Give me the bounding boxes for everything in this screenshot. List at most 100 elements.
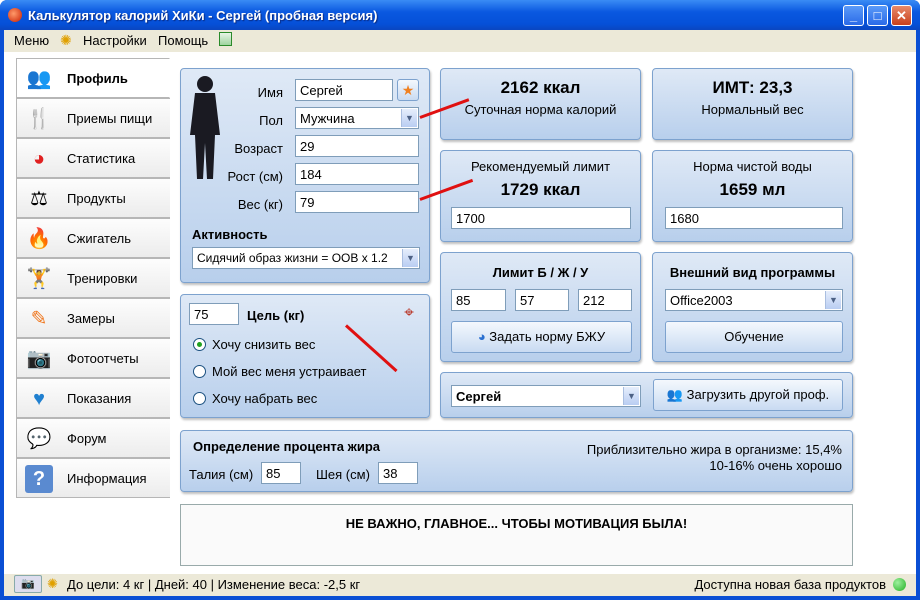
tab-products[interactable]: ⚖ Продукты: [16, 178, 170, 218]
favorite-star-icon[interactable]: ★: [397, 79, 419, 101]
tab-label: Фотоотчеты: [67, 351, 139, 366]
water-panel: Норма чистой воды 1659 мл 1680: [652, 150, 853, 242]
tab-readings[interactable]: ♥ Показания: [16, 378, 170, 418]
load-profile-button[interactable]: 👥 Загрузить другой проф.: [653, 379, 843, 411]
update-status[interactable]: Доступна новая база продуктов: [694, 577, 886, 592]
tab-list: 👥 Профиль 🍴 Приемы пищи ◕ Статистика ⚖ Проду…: [16, 58, 170, 498]
pie-chart-icon: ◕: [477, 329, 486, 344]
menu-item-help[interactable]: Помощь: [158, 33, 208, 48]
menu-item-menu[interactable]: Меню: [14, 33, 49, 48]
sex-value: Мужчина: [300, 111, 355, 126]
tab-measurements[interactable]: ✎ Замеры: [16, 298, 170, 338]
settings-gear-icon[interactable]: ✺: [60, 32, 72, 49]
goal-radio-keep[interactable]: [193, 365, 206, 378]
carbs-field[interactable]: 212: [578, 289, 632, 311]
target-icon[interactable]: ⌖: [400, 304, 418, 322]
neck-field[interactable]: 38: [378, 462, 418, 484]
tab-label: Статистика: [67, 151, 136, 166]
profile-select[interactable]: Сергей ▼: [451, 385, 641, 407]
pie-chart-icon: ◕: [32, 148, 46, 170]
water-value: 1659 мл: [719, 180, 786, 199]
weight-field[interactable]: 79: [295, 191, 419, 213]
theme-select[interactable]: Office2003 ▼: [665, 289, 843, 311]
goal-radio-lose[interactable]: [193, 338, 206, 351]
tab-statistics[interactable]: ◕ Статистика: [16, 138, 170, 178]
goal-option-keep[interactable]: Мой вес меня устраивает: [212, 364, 366, 379]
waist-field[interactable]: 85: [261, 462, 301, 484]
set-bju-button[interactable]: ◕ Задать норму БЖУ: [451, 321, 632, 353]
daily-calories-label: Суточная норма калорий: [464, 102, 617, 117]
scale-icon: ⚖: [30, 188, 48, 210]
fat-result: Приблизительно жира в организме: 15,4%: [586, 442, 842, 457]
tab-workouts[interactable]: 🏋 Тренировки: [16, 258, 170, 298]
profile-panel: Имя Сергей ★ Пол Мужчина ▼ Возраст 29 Рос…: [180, 68, 430, 283]
status-indicator-icon: [893, 578, 906, 591]
appearance-panel: Внешний вид программы Office2003 ▼ Обучен…: [652, 252, 853, 362]
tutorial-button[interactable]: Обучение: [665, 321, 843, 353]
limit-input[interactable]: 1700: [451, 207, 631, 229]
sex-select[interactable]: Мужчина ▼: [295, 107, 419, 129]
appearance-label: Внешний вид программы: [669, 265, 836, 280]
status-bar: 📷 ✺ До цели: 4 кг | Дней: 40 | Изменение…: [4, 574, 916, 596]
minimize-button[interactable]: _: [843, 5, 864, 26]
client-area: Меню ✺ Настройки Помощь 👥 Профиль 🍴 Приемы…: [4, 30, 916, 596]
water-input[interactable]: 1680: [665, 207, 843, 229]
tab-label: Замеры: [67, 311, 115, 326]
camera-icon: 📷: [26, 348, 52, 370]
chevron-down-icon: ▼: [401, 109, 417, 127]
height-label: Рост (см): [227, 169, 284, 184]
bju-label: Лимит Б / Ж / У: [492, 265, 589, 280]
theme-value: Office2003: [670, 293, 733, 308]
name-label: Имя: [257, 85, 283, 100]
tab-label: Продукты: [67, 191, 126, 206]
goal-weight-field[interactable]: 75: [189, 303, 239, 325]
goal-radio-gain[interactable]: [193, 392, 206, 405]
tab-label: Форум: [67, 431, 107, 446]
activity-select[interactable]: Сидячий образ жизни = ООВ x 1.2 ▼: [192, 247, 420, 269]
sun-icon: ✺: [47, 576, 58, 591]
progress-status: До цели: 4 кг | Дней: 40 | Изменение вес…: [67, 577, 361, 592]
close-button[interactable]: ✕: [891, 5, 912, 26]
motivation-box: НЕ ВАЖНО, ГЛАВНОЕ... ЧТОБЫ МОТИВАЦИЯ БЫЛ…: [180, 504, 853, 566]
tab-label: Профиль: [67, 71, 128, 86]
window-title: Калькулятор калорий ХиКи - Сергей (пробн…: [28, 8, 378, 23]
limit-value: 1729 ккал: [500, 180, 581, 199]
goal-option-lose[interactable]: Хочу снизить вес: [212, 337, 315, 352]
tab-information[interactable]: ? Информация: [16, 458, 170, 498]
age-field[interactable]: 29: [295, 135, 419, 157]
name-field[interactable]: Сергей: [295, 79, 393, 101]
fork-knife-icon: 🍴: [26, 108, 52, 130]
load-profile-button-label: Загрузить другой проф.: [686, 387, 830, 402]
goal-panel: 75 Цель (кг) ⌖ Хочу снизить вес Мой вес …: [180, 294, 430, 418]
calculator-icon[interactable]: [219, 32, 232, 46]
dumbbell-icon: 🏋: [26, 268, 52, 290]
limit-label: Рекомендуемый лимит: [470, 159, 611, 174]
heart-pulse-icon: ♥: [33, 388, 45, 410]
protein-field[interactable]: 85: [451, 289, 506, 311]
fat-field[interactable]: 57: [515, 289, 569, 311]
camera-icon[interactable]: 📷: [14, 575, 42, 593]
users-icon: 👥: [666, 387, 684, 402]
tab-burner[interactable]: 🔥 Сжигатель: [16, 218, 170, 258]
tab-profile[interactable]: 👥 Профиль: [16, 58, 170, 98]
profile-switch-panel: Сергей ▼ 👥 Загрузить другой проф.: [440, 372, 853, 418]
menu-item-settings[interactable]: Настройки: [83, 33, 147, 48]
tab-photo-reports[interactable]: 📷 Фотоотчеты: [16, 338, 170, 378]
activity-value: Сидячий образ жизни = ООВ x 1.2: [197, 251, 388, 265]
set-bju-button-label: Задать норму БЖУ: [489, 329, 606, 344]
tab-label: Информация: [67, 471, 147, 486]
waist-label: Талия (см): [189, 467, 254, 482]
tab-forum[interactable]: 💬 Форум: [16, 418, 170, 458]
bmi-label: Нормальный вес: [701, 102, 804, 117]
activity-label: Активность: [192, 227, 268, 242]
maximize-button[interactable]: □: [867, 5, 888, 26]
title-bar[interactable]: Калькулятор калорий ХиКи - Сергей (пробн…: [0, 0, 920, 30]
goal-option-gain[interactable]: Хочу набрать вес: [212, 391, 317, 406]
height-field[interactable]: 184: [295, 163, 419, 185]
pencil-icon: ✎: [30, 308, 48, 330]
limit-panel: Рекомендуемый лимит 1729 ккал 1700: [440, 150, 641, 242]
profile-select-value: Сергей: [456, 389, 502, 404]
weight-label: Вес (кг): [237, 197, 283, 212]
tab-meals[interactable]: 🍴 Приемы пищи: [16, 98, 170, 138]
bju-panel: Лимит Б / Ж / У 85 57 212 ◕ Задать норму…: [440, 252, 641, 362]
